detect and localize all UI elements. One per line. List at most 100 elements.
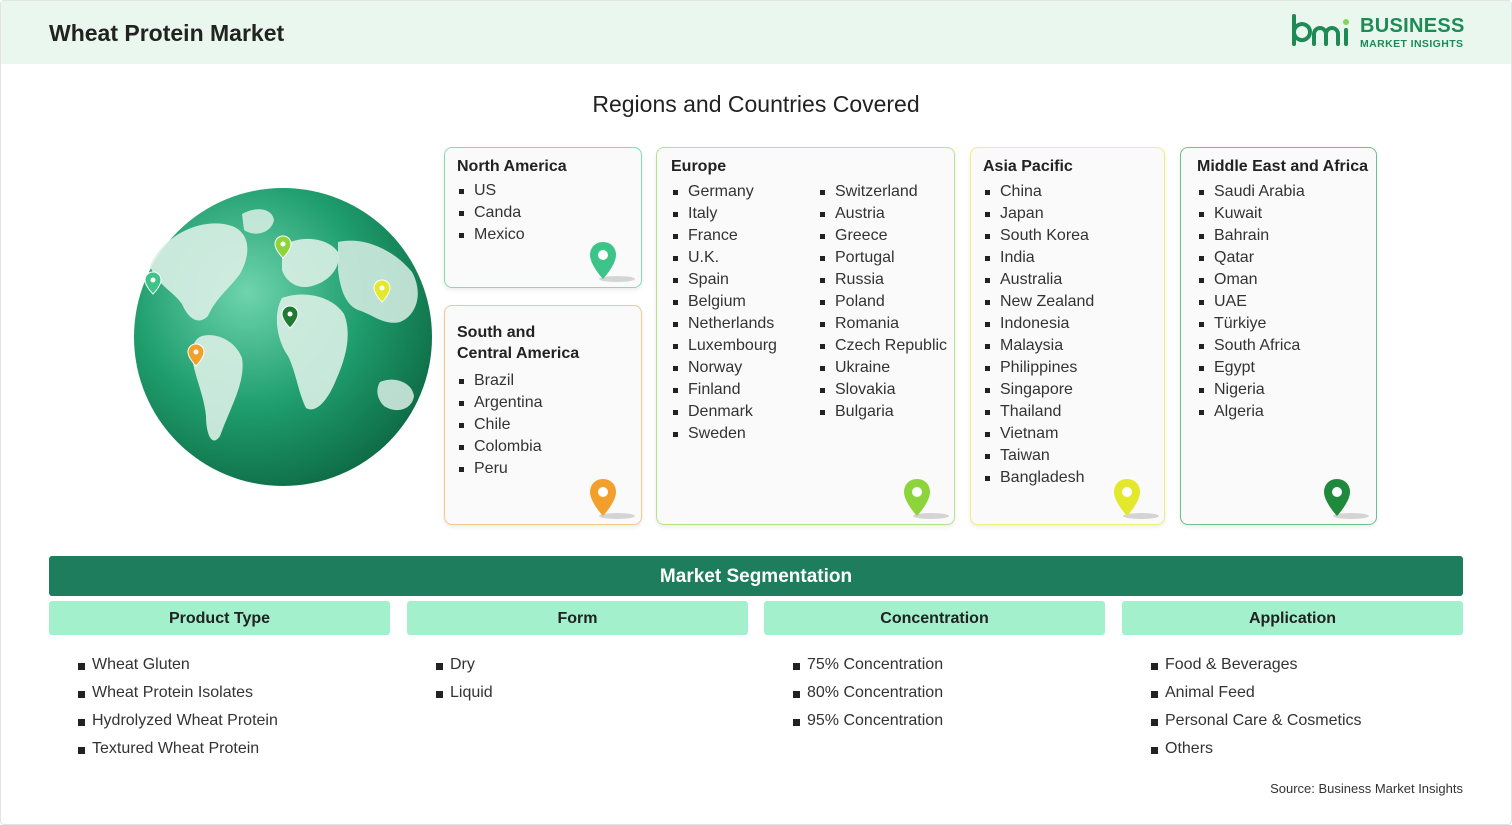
list-item: Slovakia xyxy=(818,379,947,401)
region-title-line2: Central America xyxy=(457,345,580,362)
list-item: Vietnam xyxy=(983,423,1094,445)
list-item: Hydrolyzed Wheat Protein xyxy=(78,707,278,735)
list-item: Wheat Gluten xyxy=(78,651,278,679)
list-item: Animal Feed xyxy=(1151,679,1362,707)
list-item: U.K. xyxy=(671,247,777,269)
list-item: Sweden xyxy=(671,423,777,445)
list-item: 80% Concentration xyxy=(793,679,943,707)
bmi-logo-icon xyxy=(1292,14,1349,46)
region-list-north-america: US Canda Mexico xyxy=(457,180,525,246)
list-item: Belgium xyxy=(671,291,777,313)
list-item: Singapore xyxy=(983,379,1094,401)
list-item: Ukraine xyxy=(818,357,947,379)
region-title-south-central-america: South and Central America xyxy=(457,322,579,364)
segment-header-product-type: Product Type xyxy=(49,601,390,635)
region-title-europe: Europe xyxy=(671,158,727,175)
segment-header-concentration: Concentration xyxy=(764,601,1105,635)
list-item: Poland xyxy=(818,291,947,313)
list-item: Malaysia xyxy=(983,335,1094,357)
list-item: Italy xyxy=(671,203,777,225)
list-item: Algeria xyxy=(1197,401,1305,423)
map-pin-icon xyxy=(590,242,635,282)
region-card-south-central-america: South and Central America Brazil Argenti… xyxy=(444,305,642,525)
list-item: Qatar xyxy=(1197,247,1305,269)
list-item: Thailand xyxy=(983,401,1094,423)
list-item: Brazil xyxy=(457,370,543,392)
region-list-asia-pacific: China Japan South Korea India Australia … xyxy=(983,181,1094,489)
list-item: Luxembourg xyxy=(671,335,777,357)
list-item: Czech Republic xyxy=(818,335,947,357)
list-item: Norway xyxy=(671,357,777,379)
list-item: Bangladesh xyxy=(983,467,1094,489)
region-list-europe-col1: Germany Italy France U.K. Spain Belgium … xyxy=(671,181,777,445)
list-item: Egypt xyxy=(1197,357,1305,379)
segment-header-form: Form xyxy=(407,601,748,635)
source-note: Source: Business Market Insights xyxy=(1270,781,1463,796)
list-item: Textured Wheat Protein xyxy=(78,735,278,763)
list-item: China xyxy=(983,181,1094,203)
region-list-south-central-america: Brazil Argentina Chile Colombia Peru xyxy=(457,370,543,480)
segment-list-application: Food & Beverages Animal Feed Personal Ca… xyxy=(1151,651,1362,763)
region-title-asia-pacific: Asia Pacific xyxy=(983,158,1073,175)
list-item: Russia xyxy=(818,269,947,291)
logo-text-market-insights: MARKET INSIGHTS xyxy=(1360,38,1464,50)
list-item: Others xyxy=(1151,735,1362,763)
list-item: Indonesia xyxy=(983,313,1094,335)
list-item: Japan xyxy=(983,203,1094,225)
list-item: Canda xyxy=(457,202,525,224)
segment-list-product-type: Wheat Gluten Wheat Protein Isolates Hydr… xyxy=(78,651,278,763)
list-item: Philippines xyxy=(983,357,1094,379)
segment-list-concentration: 75% Concentration 80% Concentration 95% … xyxy=(793,651,943,735)
list-item: Netherlands xyxy=(671,313,777,335)
list-item: Liquid xyxy=(436,679,493,707)
list-item: France xyxy=(671,225,777,247)
list-item: Saudi Arabia xyxy=(1197,181,1305,203)
globe-illustration xyxy=(134,188,432,486)
list-item: Romania xyxy=(818,313,947,335)
list-item: Spain xyxy=(671,269,777,291)
region-card-asia-pacific: Asia Pacific China Japan South Korea Ind… xyxy=(970,147,1165,525)
region-title-line1: South and xyxy=(457,324,536,341)
map-pin-icon xyxy=(1114,479,1159,519)
region-card-europe: Europe Germany Italy France U.K. Spain B… xyxy=(656,147,955,525)
list-item: Oman xyxy=(1197,269,1305,291)
region-list-europe-col2: Switzerland Austria Greece Portugal Russ… xyxy=(818,181,947,423)
list-item: Nigeria xyxy=(1197,379,1305,401)
list-item: Peru xyxy=(457,458,543,480)
list-item: Taiwan xyxy=(983,445,1094,467)
company-logo: BUSINESS MARKET INSIGHTS xyxy=(1290,14,1470,54)
list-item: Denmark xyxy=(671,401,777,423)
list-item: Portugal xyxy=(818,247,947,269)
page-title: Wheat Protein Market xyxy=(49,20,285,46)
list-item: Bahrain xyxy=(1197,225,1305,247)
list-item: Argentina xyxy=(457,392,543,414)
segmentation-title-bar: Market Segmentation xyxy=(49,556,1463,596)
region-card-middle-east-africa: Middle East and Africa Saudi Arabia Kuwa… xyxy=(1180,147,1377,525)
list-item: South Africa xyxy=(1197,335,1305,357)
list-item: UAE xyxy=(1197,291,1305,313)
list-item: US xyxy=(457,180,525,202)
list-item: 95% Concentration xyxy=(793,707,943,735)
segment-list-form: Dry Liquid xyxy=(436,651,493,707)
region-title-north-america: North America xyxy=(457,158,567,175)
list-item: Switzerland xyxy=(818,181,947,203)
list-item: Personal Care & Cosmetics xyxy=(1151,707,1362,735)
list-item: Dry xyxy=(436,651,493,679)
list-item: Food & Beverages xyxy=(1151,651,1362,679)
list-item: South Korea xyxy=(983,225,1094,247)
list-item: Türkiye xyxy=(1197,313,1305,335)
regions-title: Regions and Countries Covered xyxy=(592,91,920,117)
header-bar: Wheat Protein Market xyxy=(1,1,1511,64)
list-item: Finland xyxy=(671,379,777,401)
list-item: New Zealand xyxy=(983,291,1094,313)
list-item: Australia xyxy=(983,269,1094,291)
map-pin-icon xyxy=(590,479,635,519)
map-pin-icon xyxy=(1324,479,1369,519)
region-list-middle-east-africa: Saudi Arabia Kuwait Bahrain Qatar Oman U… xyxy=(1197,181,1305,423)
list-item: Bulgaria xyxy=(818,401,947,423)
list-item: India xyxy=(983,247,1094,269)
list-item: 75% Concentration xyxy=(793,651,943,679)
map-pin-icon xyxy=(904,479,949,519)
list-item: Wheat Protein Isolates xyxy=(78,679,278,707)
list-item: Mexico xyxy=(457,224,525,246)
